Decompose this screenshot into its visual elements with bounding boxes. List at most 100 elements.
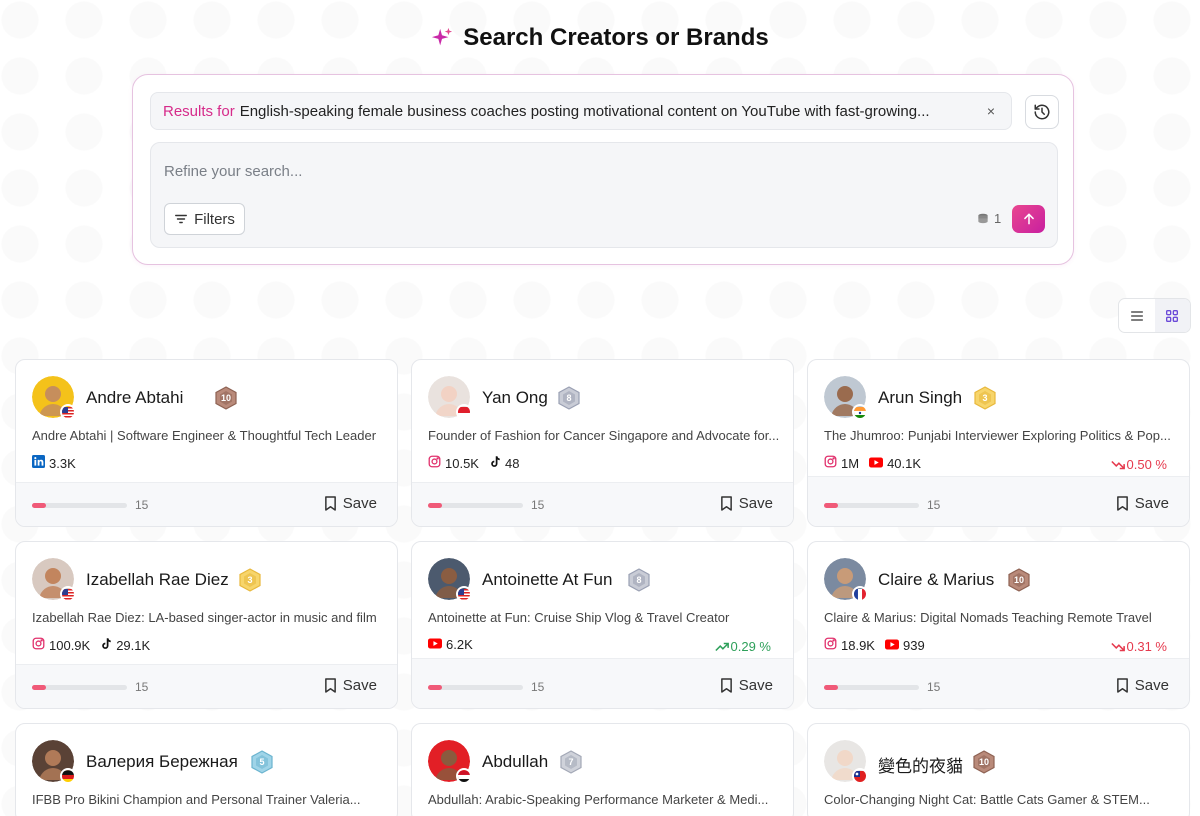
stat-value: 40.1K <box>887 455 922 471</box>
match-score-value: 15 <box>135 498 149 512</box>
arrow-up-icon <box>1023 213 1034 225</box>
creator-name[interactable]: Claire & Marius <box>878 570 994 590</box>
save-button[interactable]: Save <box>324 495 377 512</box>
creator-card[interactable]: Antoinette At Fun 8 Antoinette at Fun: C… <box>411 541 794 709</box>
creator-name[interactable]: Antoinette At Fun <box>482 570 612 590</box>
creator-card[interactable]: 變色的夜貓 10 Color-Changing Night Cat: Battl… <box>807 723 1190 816</box>
avatar[interactable] <box>32 740 76 784</box>
grid-view-button[interactable] <box>1154 299 1190 332</box>
refine-search-box[interactable]: Refine your search... Filters 1 <box>150 142 1058 248</box>
creator-name[interactable]: Izabellah Rae Diez <box>86 570 229 590</box>
stat-value: 1M <box>841 455 860 471</box>
match-score-value: 15 <box>927 498 941 512</box>
match-score-value: 15 <box>135 680 149 694</box>
linkedin-icon <box>32 455 45 471</box>
avatar[interactable] <box>824 376 868 420</box>
match-score-bar <box>824 685 919 690</box>
match-score-fill <box>32 685 47 690</box>
level-badge-number: 8 <box>566 393 572 403</box>
bookmark-icon <box>324 496 336 511</box>
creator-card-header: Claire & Marius 10 Claire & Marius: Digi… <box>808 542 1189 666</box>
match-score-value: 15 <box>927 680 941 694</box>
match-score-value: 15 <box>531 498 545 512</box>
avatar[interactable] <box>428 740 472 784</box>
creator-card[interactable]: Arun Singh 3 The Jhumroo: Punjabi Interv… <box>807 359 1190 527</box>
creator-name[interactable]: Yan Ong <box>482 388 548 408</box>
creator-card-header: 變色的夜貓 10 Color-Changing Night Cat: Battl… <box>808 724 1189 816</box>
avatar[interactable] <box>824 740 868 784</box>
growth-trend: 0.31 % <box>1110 639 1167 654</box>
avatar[interactable] <box>824 558 868 602</box>
save-button[interactable]: Save <box>720 677 773 694</box>
creator-card-footer: 15 Save <box>16 664 397 708</box>
creator-card[interactable]: Izabellah Rae Diez 3 Izabellah Rae Diez:… <box>15 541 398 709</box>
creator-name[interactable]: Arun Singh <box>878 388 962 408</box>
country-flag-icon <box>852 768 868 784</box>
stat-value: 939 <box>902 637 925 653</box>
creator-card-header: Andre Abtahi 10 Andre Abtahi | Software … <box>16 360 397 484</box>
bookmark-icon <box>720 496 732 511</box>
results-query-bar[interactable]: Results for English-speaking female busi… <box>150 92 1012 130</box>
creator-card[interactable]: Claire & Marius 10 Claire & Marius: Digi… <box>807 541 1190 709</box>
creator-bio: Izabellah Rae Diez: LA-based singer-acto… <box>32 610 377 625</box>
growth-trend-value: 0.50 % <box>1126 457 1167 472</box>
list-view-button[interactable] <box>1119 299 1155 332</box>
match-score-fill <box>32 503 47 508</box>
submit-search-button[interactable] <box>1012 205 1045 233</box>
creator-name[interactable]: Abdullah <box>482 752 548 772</box>
match-score-fill <box>428 503 443 508</box>
youtube-icon <box>428 637 442 652</box>
level-badge-number: 10 <box>1013 575 1024 585</box>
stat-value: 3.3K <box>49 455 76 471</box>
results-prefix: Results for <box>163 102 235 120</box>
stat-item: 10.5K <box>428 455 479 471</box>
creator-stats: 18.9K 939 <box>824 637 925 653</box>
level-badge: 3 <box>974 386 996 410</box>
save-button[interactable]: Save <box>720 495 773 512</box>
creator-card-footer: 15 Save <box>808 476 1189 526</box>
bookmark-icon <box>1116 678 1128 693</box>
creator-card[interactable]: Yan Ong 8 Founder of Fashion for Cancer … <box>411 359 794 527</box>
avatar[interactable] <box>428 558 472 602</box>
stat-item: 40.1K <box>869 456 921 471</box>
level-badge: 8 <box>558 386 580 410</box>
match-score-fill <box>824 503 839 508</box>
country-flag-icon <box>456 586 472 602</box>
creator-stats: 1M 40.1K <box>824 455 921 471</box>
stat-item: 939 <box>884 637 925 653</box>
history-button[interactable] <box>1025 95 1059 129</box>
youtube-icon <box>869 456 884 471</box>
refine-search-input[interactable]: Refine your search... <box>164 163 302 180</box>
creator-card-footer: 15 Save <box>808 658 1189 708</box>
save-label: Save <box>342 495 377 512</box>
instagram-icon <box>428 455 441 471</box>
creator-card[interactable]: Andre Abtahi 10 Andre Abtahi | Software … <box>15 359 398 527</box>
save-button[interactable]: Save <box>1116 677 1169 694</box>
save-button[interactable]: Save <box>324 677 377 694</box>
page-title-text: Search Creators or Brands <box>463 24 769 51</box>
creator-name[interactable]: Валерия Бережная <box>86 752 238 772</box>
avatar[interactable] <box>428 376 472 420</box>
credits-count: 1 <box>994 211 1002 226</box>
instagram-icon <box>824 637 837 653</box>
country-flag-icon <box>852 404 868 420</box>
avatar[interactable] <box>32 376 76 420</box>
creator-name[interactable]: Andre Abtahi <box>86 388 183 408</box>
creator-name[interactable]: 變色的夜貓 <box>878 752 963 777</box>
creator-card[interactable]: Валерия Бережная 5 IFBB Pro Bikini Champ… <box>15 723 398 816</box>
bookmark-icon <box>1116 496 1128 511</box>
creator-card-header: Arun Singh 3 The Jhumroo: Punjabi Interv… <box>808 360 1189 484</box>
youtube-icon <box>884 638 899 653</box>
filters-button[interactable]: Filters <box>164 203 245 235</box>
creator-card[interactable]: Abdullah 7 Abdullah: Arabic-Speaking Per… <box>411 723 794 816</box>
stat-value: 18.9K <box>841 637 875 653</box>
avatar[interactable] <box>32 558 76 602</box>
level-badge: 10 <box>973 750 995 774</box>
match-score-bar <box>32 685 127 690</box>
save-button[interactable]: Save <box>1116 495 1169 512</box>
results-query-text: English-speaking female business coaches… <box>239 102 930 120</box>
creator-card-header: Abdullah 7 Abdullah: Arabic-Speaking Per… <box>412 724 793 816</box>
match-score-bar <box>428 685 523 690</box>
clear-query-button[interactable]: × <box>983 103 999 119</box>
level-badge: 8 <box>628 568 650 592</box>
